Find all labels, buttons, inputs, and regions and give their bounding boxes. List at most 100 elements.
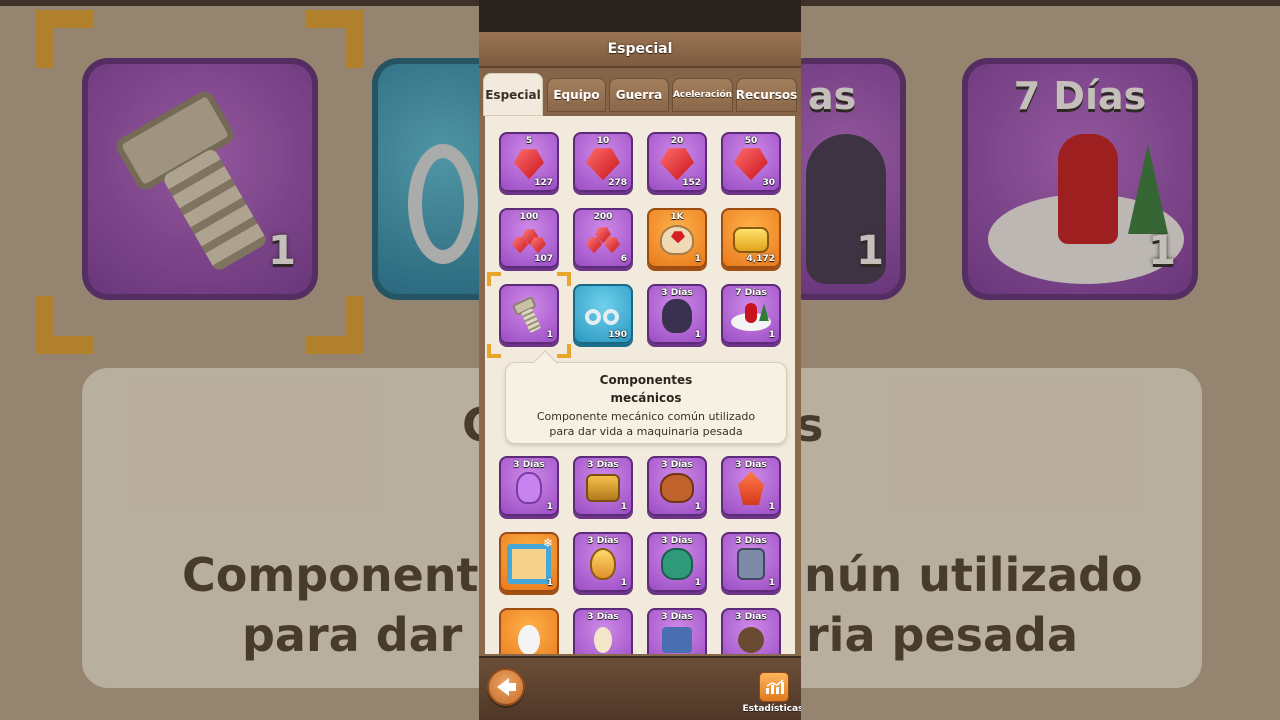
tab-label: Especial [485, 87, 541, 102]
item-count: 152 [682, 178, 701, 188]
selection-corner [557, 344, 571, 358]
item-amount: 1K [670, 212, 684, 222]
item-count: 127 [534, 178, 553, 188]
item-count: 6 [620, 254, 627, 264]
item-gem-100[interactable]: 100 107 [499, 208, 559, 268]
tab-aceleracion[interactable]: Aceleración [672, 78, 733, 112]
item-decoration-crystal[interactable]: 3 Días 1 [721, 456, 781, 516]
gem-icon [586, 148, 620, 181]
content-area: 5 127 10 278 20 152 50 30 100 107 200 6 … [479, 116, 801, 656]
item-gem-1k[interactable]: 1K 1 [647, 208, 707, 268]
crystal-icon [738, 471, 764, 506]
item-count: 1 [768, 330, 775, 340]
tab-label: Aceleración [672, 90, 733, 100]
item-duration: 3 Días [513, 460, 545, 470]
robot-icon [737, 548, 765, 581]
item-decoration-skull[interactable]: 3 Días [721, 608, 781, 654]
item-count: 1 [768, 502, 775, 512]
item-decoration-snowman[interactable] [499, 608, 559, 654]
item-mechanical-parts[interactable]: 1 [499, 284, 559, 344]
tooltip-desc-line: para dar vida a maquinaria pesada [549, 425, 743, 438]
stats-label: Estadísticas [742, 704, 801, 714]
item-duration: 3 Días [661, 460, 693, 470]
tooltip-description: Componente mecánico común utilizado para… [506, 409, 786, 439]
item-resource-canister[interactable]: 4,172 [721, 208, 781, 268]
tab-label: Recursos [735, 88, 798, 102]
item-decoration-egg[interactable]: 3 Días 1 [573, 532, 633, 592]
item-duration: 3 Días [735, 460, 767, 470]
item-duration: 7 Días [735, 288, 767, 298]
santa-icon [731, 301, 771, 332]
item-handcuffs[interactable]: 190 [573, 284, 633, 344]
item-gem-5[interactable]: 5 127 [499, 132, 559, 192]
item-amount: 10 [596, 136, 610, 146]
tab-recursos[interactable]: Recursos [736, 78, 797, 112]
tooltip-title-line: mecánicos [610, 391, 682, 405]
gem-sack-icon [660, 225, 694, 256]
potion-icon [516, 472, 542, 505]
item-gem-10[interactable]: 10 278 [573, 132, 633, 192]
item-gem-200[interactable]: 200 6 [573, 208, 633, 268]
gem-icon [734, 148, 768, 181]
gem-pile-icon [512, 227, 546, 254]
item-count: 1 [694, 254, 701, 264]
gem-icon [514, 149, 544, 180]
back-button[interactable] [487, 668, 525, 706]
cannon-icon [660, 473, 694, 504]
item-duration: 3 Días [661, 612, 693, 622]
item-amount: 100 [519, 212, 539, 222]
selection-corner [557, 272, 571, 286]
item-count: 278 [608, 178, 627, 188]
item-count: 1 [768, 578, 775, 588]
item-decoration-3-dias[interactable]: 3 Días 1 [647, 284, 707, 344]
item-scenery-frame[interactable]: ❄ 1 [499, 532, 559, 592]
item-gem-50[interactable]: 50 30 [721, 132, 781, 192]
item-decoration-hero[interactable]: 3 Días 1 [647, 532, 707, 592]
phone-screen: Especial Especial Equipo Guerra Acelerac… [479, 0, 801, 720]
item-decoration-robot[interactable]: 3 Días 1 [721, 532, 781, 592]
item-duration: 3 Días [587, 460, 619, 470]
item-decoration-wizard[interactable]: 3 Días [573, 608, 633, 654]
wizard-icon [594, 627, 612, 654]
skull-icon [738, 627, 764, 654]
bolt-icon [511, 296, 546, 336]
item-amount: 200 [593, 212, 613, 222]
gem-pile-icon [586, 227, 620, 254]
item-decoration-chest[interactable]: 3 Días 1 [573, 456, 633, 516]
chest-icon [586, 474, 620, 503]
item-gem-20[interactable]: 20 152 [647, 132, 707, 192]
tab-equipo[interactable]: Equipo [547, 78, 606, 112]
handcuffs-icon [585, 305, 621, 327]
item-count: 1 [546, 502, 553, 512]
item-count: 30 [762, 178, 775, 188]
item-count: 1 [620, 502, 627, 512]
item-count: 1 [694, 502, 701, 512]
tooltip-desc-line: Componente mecánico común utilizado [536, 410, 756, 423]
item-count: 1 [694, 330, 701, 340]
tab-guerra[interactable]: Guerra [609, 78, 669, 112]
selection-corner [487, 272, 501, 286]
gold-canister-icon [733, 227, 769, 254]
tab-bar: Especial Equipo Guerra Aceleración Recur… [479, 68, 801, 116]
tooltip-title: Componentes mecánicos [506, 371, 786, 407]
item-count: 4,172 [746, 254, 775, 264]
item-decoration-7-dias[interactable]: 7 Días 1 [721, 284, 781, 344]
footer-bar: Estadísticas [479, 656, 801, 720]
item-count: 190 [608, 330, 627, 340]
item-count: 1 [546, 330, 553, 340]
tooltip-title-line: Componentes [599, 373, 693, 387]
item-duration: 3 Días [587, 536, 619, 546]
item-duration: 3 Días [661, 536, 693, 546]
back-arrow-icon [497, 678, 516, 696]
item-decoration-potion[interactable]: 3 Días 1 [499, 456, 559, 516]
tab-label: Equipo [553, 88, 600, 102]
item-decoration-tower[interactable]: 3 Días [647, 608, 707, 654]
item-amount: 50 [744, 136, 758, 146]
snowman-icon [518, 625, 540, 654]
snowflake-icon: ❄ [542, 536, 553, 550]
item-amount: 5 [525, 136, 533, 146]
item-duration: 3 Días [661, 288, 693, 298]
stats-button[interactable] [759, 672, 789, 702]
tab-especial[interactable]: Especial [483, 73, 543, 116]
item-decoration-cannon[interactable]: 3 Días 1 [647, 456, 707, 516]
